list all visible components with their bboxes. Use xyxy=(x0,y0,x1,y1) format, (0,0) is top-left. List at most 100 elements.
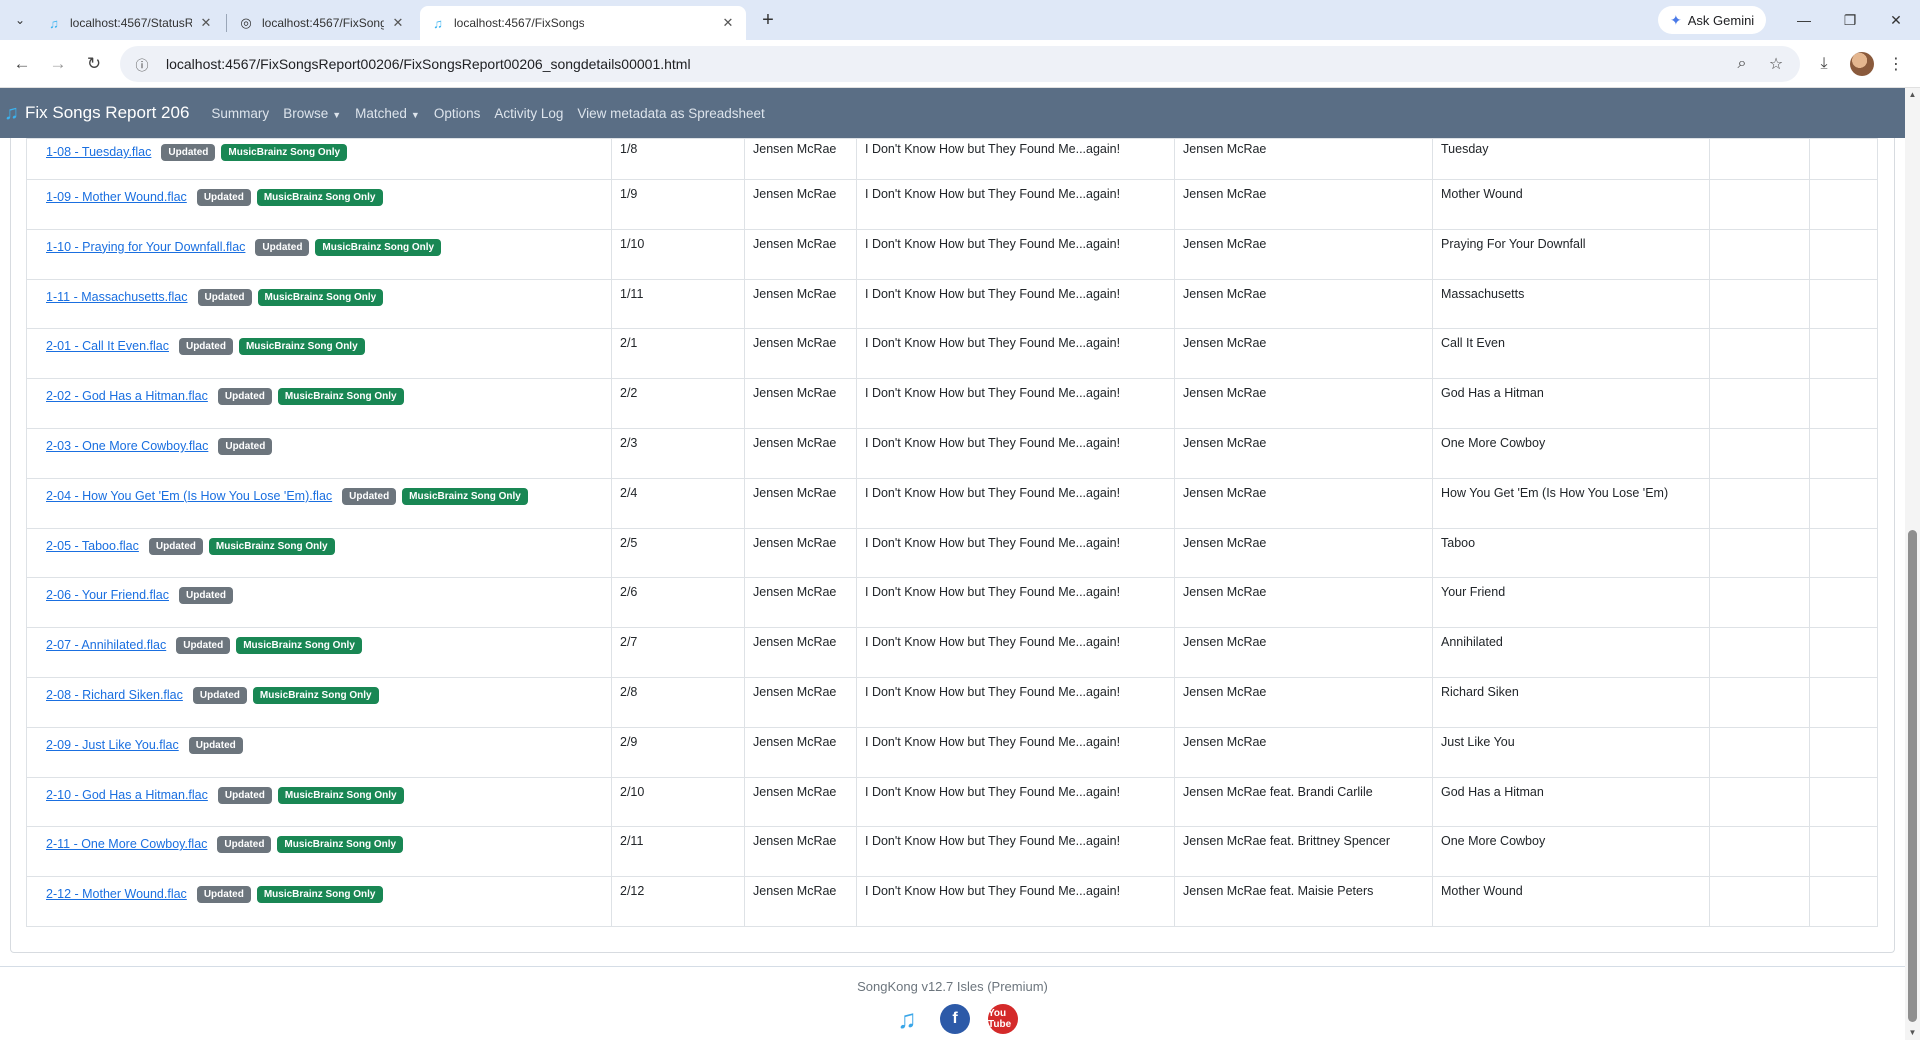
empty-cell xyxy=(1809,138,1878,180)
close-tab-icon[interactable]: ✕ xyxy=(198,15,214,31)
nav-summary[interactable]: Summary xyxy=(211,106,269,121)
song-file-link[interactable]: 2-03 - One More Cowboy.flac xyxy=(46,439,208,453)
album-artist-cell: Jensen McRae xyxy=(744,278,857,330)
nav-view-spreadsheet[interactable]: View metadata as Spreadsheet xyxy=(577,106,764,121)
minimize-window-button[interactable]: — xyxy=(1784,6,1824,34)
artist-cell: Jensen McRae xyxy=(1174,527,1433,579)
download-icon[interactable]: ⤓ xyxy=(1812,52,1836,76)
title-cell: Annihilated xyxy=(1432,627,1710,678)
updated-badge: Updated xyxy=(217,388,272,406)
profile-avatar[interactable] xyxy=(1850,52,1874,76)
scroll-down-arrow-icon[interactable]: ▼ xyxy=(1905,1026,1920,1040)
back-button[interactable]: ← xyxy=(8,50,36,78)
song-file-link[interactable]: 2-11 - One More Cowboy.flac xyxy=(46,837,207,851)
title-cell: One More Cowboy xyxy=(1432,427,1710,479)
album-artist-cell: Jensen McRae xyxy=(744,826,857,878)
nav-matched-label: Matched xyxy=(355,105,407,121)
album-cell: I Don't Know How but They Found Me...aga… xyxy=(856,826,1175,878)
song-file-link[interactable]: 2-05 - Taboo.flac xyxy=(46,539,139,553)
song-file-link[interactable]: 2-06 - Your Friend.flac xyxy=(46,588,169,602)
tab-search-dropdown-icon[interactable]: ⌄ xyxy=(8,8,32,32)
song-file-link[interactable]: 2-12 - Mother Wound.flac xyxy=(46,887,187,901)
close-tab-icon[interactable]: ✕ xyxy=(720,15,736,31)
artist-cell: Jensen McRae xyxy=(1174,328,1433,380)
empty-cell xyxy=(1809,179,1878,230)
track-number-cell: 2/6 xyxy=(611,577,745,629)
nav-browse-label: Browse xyxy=(283,105,329,121)
songkong-icon: ♫ xyxy=(433,15,443,31)
song-file-link[interactable]: 1-10 - Praying for Your Downfall.flac xyxy=(46,240,245,254)
browser-menu-icon[interactable]: ⋮ xyxy=(1884,52,1908,76)
song-file-link[interactable]: 2-10 - God Has a Hitman.flac xyxy=(46,788,208,802)
empty-cell xyxy=(1809,577,1878,629)
address-bar[interactable]: ⓘ localhost:4567/FixSongsReport00206/Fix… xyxy=(120,46,1800,82)
song-file-link[interactable]: 2-04 - How You Get 'Em (Is How You Lose … xyxy=(46,489,332,503)
title-cell: Mother Wound xyxy=(1432,179,1710,230)
page-scrollbar[interactable]: ▲ ▼ xyxy=(1905,88,1920,1040)
table-row: 2-06 - Your Friend.flac Updated 2/6 Jensen … xyxy=(26,577,1878,629)
empty-cell xyxy=(1809,876,1878,927)
table-row: 2-09 - Just Like You.flac Updated 2/9 Jense… xyxy=(26,726,1878,778)
facebook-icon[interactable]: f xyxy=(940,1004,970,1034)
track-number-cell: 1/9 xyxy=(611,179,745,230)
updated-badge: Updated xyxy=(196,189,251,206)
updated-badge: Updated xyxy=(176,637,231,655)
close-tab-icon[interactable]: ✕ xyxy=(390,15,406,31)
songkong-icon[interactable]: ♫ xyxy=(892,1004,922,1034)
song-file-link[interactable]: 2-08 - Richard Siken.flac xyxy=(46,688,183,702)
empty-cell xyxy=(1709,179,1810,230)
empty-cell xyxy=(1709,577,1810,629)
empty-cell xyxy=(1809,726,1878,778)
empty-cell xyxy=(1809,776,1878,828)
title-cell: Mother Wound xyxy=(1432,876,1710,927)
song-file-link[interactable]: 1-09 - Mother Wound.flac xyxy=(46,190,187,204)
restore-window-button[interactable]: ❐ xyxy=(1830,6,1870,34)
song-file-link[interactable]: 1-11 - Massachusetts.flac xyxy=(46,290,188,304)
brand[interactable]: ♫ Fix Songs Report 206 xyxy=(4,102,189,125)
ask-gemini-label: Ask Gemini xyxy=(1687,12,1755,28)
nav-matched[interactable]: Matched ▼ xyxy=(355,106,420,121)
musicbrainz-song-only-badge: MusicBrainz Song Only xyxy=(402,487,528,505)
artist-cell: Jensen McRae xyxy=(1174,477,1433,529)
site-info-icon[interactable]: ⓘ xyxy=(132,55,152,74)
scrollbar-thumb[interactable] xyxy=(1908,530,1917,1022)
updated-badge: Updated xyxy=(178,338,233,356)
forward-button[interactable]: → xyxy=(44,50,72,78)
tab-fixsongs-report-1[interactable]: ◎ localhost:4567/FixSongsReport0 ✕ xyxy=(228,6,416,40)
song-file-link[interactable]: 2-09 - Just Like You.flac xyxy=(46,738,179,752)
table-row: 2-07 - Annihilated.flac Updated MusicBrain… xyxy=(26,627,1878,678)
updated-badge: Updated xyxy=(188,736,243,754)
album-cell: I Don't Know How but They Found Me...aga… xyxy=(856,378,1175,429)
artist-cell: Jensen McRae feat. Brittney Spencer xyxy=(1174,826,1433,878)
table-row: 2-02 - God Has a Hitman.flac Updated Music… xyxy=(26,378,1878,429)
close-window-button[interactable]: ✕ xyxy=(1876,6,1916,34)
reload-button[interactable]: ↻ xyxy=(80,50,108,78)
nav-activity-log[interactable]: Activity Log xyxy=(494,106,563,121)
title-cell: Richard Siken xyxy=(1432,676,1710,728)
bookmark-star-icon[interactable]: ☆ xyxy=(1766,54,1786,74)
nav-options[interactable]: Options xyxy=(434,106,481,121)
youtube-icon[interactable]: You Tube xyxy=(988,1004,1018,1034)
empty-cell xyxy=(1709,228,1810,280)
album-artist-cell: Jensen McRae xyxy=(744,627,857,678)
scroll-up-arrow-icon[interactable]: ▲ xyxy=(1905,88,1920,102)
filename-cell: 1-09 - Mother Wound.flac Updated MusicBrai… xyxy=(26,179,612,230)
address-url[interactable]: localhost:4567/FixSongsReport00206/FixSo… xyxy=(166,56,691,72)
musicbrainz-song-only-badge: MusicBrainz Song Only xyxy=(277,388,404,406)
nav-browse[interactable]: Browse ▼ xyxy=(283,106,341,121)
song-file-link[interactable]: 2-02 - God Has a Hitman.flac xyxy=(46,389,208,403)
musicbrainz-song-only-badge: MusicBrainz Song Only xyxy=(277,836,404,854)
ask-gemini-button[interactable]: ✦ Ask Gemini xyxy=(1658,6,1767,34)
tab-status-report[interactable]: ♫ localhost:4567/StatusReport002 ✕ xyxy=(36,6,224,40)
track-number-cell: 2/11 xyxy=(611,826,745,878)
song-file-link[interactable]: 2-01 - Call It Even.flac xyxy=(46,339,169,353)
zoom-icon[interactable]: ⌕ xyxy=(1732,54,1752,74)
browser-tab-bar: ⌄ ♫ localhost:4567/StatusReport002 ✕ ◎ l… xyxy=(0,0,1920,40)
track-number-cell: 2/5 xyxy=(611,527,745,579)
song-file-link[interactable]: 2-07 - Annihilated.flac xyxy=(46,638,166,652)
new-tab-button[interactable]: + xyxy=(756,8,780,32)
song-file-link[interactable]: 1-08 - Tuesday.flac xyxy=(46,145,151,159)
tab-fixsongs-report-active[interactable]: ♫ localhost:4567/FixSongsReport0 ✕ xyxy=(420,6,746,40)
caret-down-icon: ▼ xyxy=(410,109,420,120)
album-artist-cell: Jensen McRae xyxy=(744,179,857,230)
